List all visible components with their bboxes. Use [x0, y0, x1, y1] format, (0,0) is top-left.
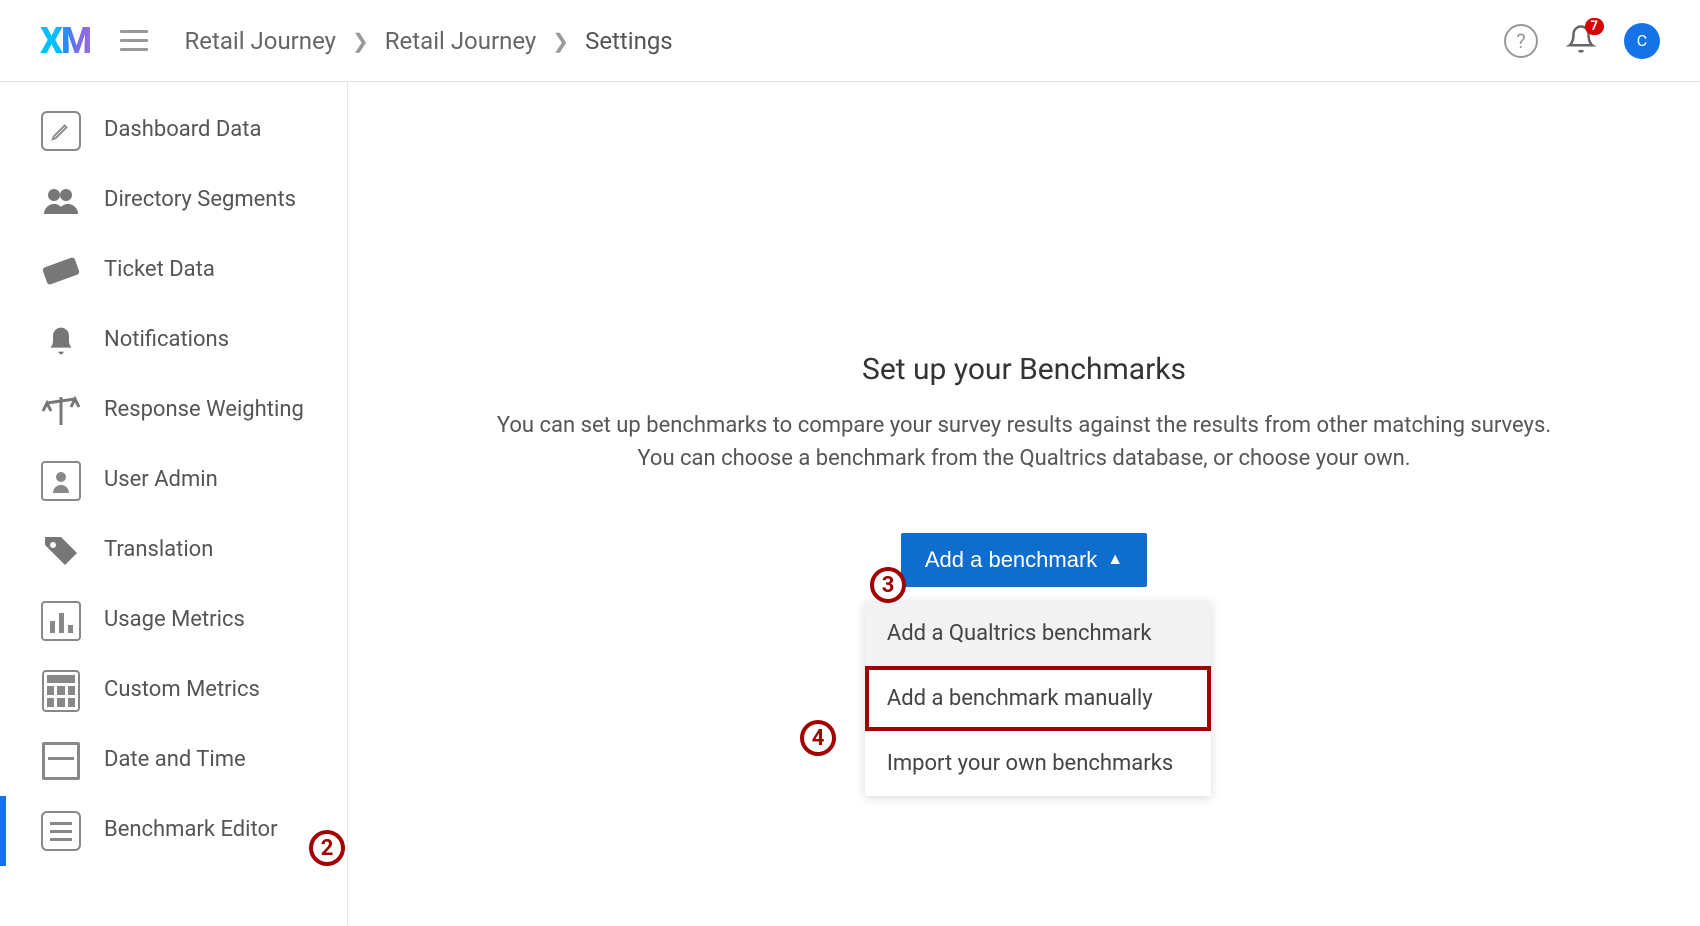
sidebar-item-custom-metrics[interactable]: Custom Metrics	[0, 656, 347, 726]
list-icon	[40, 810, 82, 852]
sidebar-item-label: Translation	[104, 530, 213, 565]
sidebar-item-label: Directory Segments	[104, 180, 296, 215]
annotation-marker-3: 3	[870, 567, 906, 603]
bar-chart-icon	[40, 600, 82, 642]
calculator-icon	[40, 670, 82, 712]
bell-icon	[1566, 39, 1596, 58]
dropdown-option-qualtrics-benchmark[interactable]: Add a Qualtrics benchmark	[865, 601, 1211, 666]
sidebar-item-label: Response Weighting	[104, 390, 304, 425]
breadcrumb: Retail Journey ❯ Retail Journey ❯ Settin…	[184, 27, 672, 55]
notifications-button[interactable]: 7	[1566, 24, 1596, 58]
sidebar-item-usage-metrics[interactable]: Usage Metrics	[0, 586, 347, 656]
page-heading: Set up your Benchmarks	[862, 352, 1186, 387]
sidebar-item-response-weighting[interactable]: Response Weighting	[0, 376, 347, 446]
chevron-right-icon: ❯	[552, 29, 569, 53]
chevron-right-icon: ❯	[352, 29, 369, 53]
sidebar-item-user-admin[interactable]: User Admin	[0, 446, 347, 516]
calendar-icon	[40, 740, 82, 782]
sidebar-item-label: Ticket Data	[104, 250, 215, 285]
scale-icon	[40, 390, 82, 432]
sidebar-item-notifications[interactable]: Notifications	[0, 306, 347, 376]
sidebar-item-label: Notifications	[104, 320, 229, 355]
breadcrumb-item[interactable]: Retail Journey	[385, 27, 537, 55]
tag-icon	[40, 530, 82, 572]
add-benchmark-dropdown: Add a Qualtrics benchmark Add a benchmar…	[865, 601, 1211, 796]
sidebar-item-label: User Admin	[104, 460, 218, 495]
help-icon[interactable]: ?	[1504, 24, 1538, 58]
settings-sidebar: Dashboard Data Directory Segments Ticket…	[0, 82, 348, 926]
annotation-marker-4: 4	[800, 720, 836, 756]
sidebar-item-date-time[interactable]: Date and Time	[0, 726, 347, 796]
bell-icon	[40, 320, 82, 362]
sidebar-item-label: Date and Time	[104, 740, 246, 775]
notification-count-badge: 7	[1585, 18, 1604, 36]
address-book-icon	[40, 460, 82, 502]
breadcrumb-item[interactable]: Retail Journey	[184, 27, 336, 55]
sidebar-item-label: Usage Metrics	[104, 600, 245, 635]
main-content: Set up your Benchmarks You can set up be…	[348, 82, 1700, 926]
sidebar-item-dashboard-data[interactable]: Dashboard Data	[0, 96, 347, 166]
add-benchmark-button[interactable]: Add a benchmark ▲	[901, 533, 1147, 587]
dropdown-option-manual-benchmark[interactable]: Add a benchmark manually	[865, 666, 1211, 731]
sidebar-item-benchmark-editor[interactable]: Benchmark Editor	[0, 796, 347, 866]
header: XM Retail Journey ❯ Retail Journey ❯ Set…	[0, 0, 1700, 82]
sidebar-item-label: Dashboard Data	[104, 110, 261, 145]
logo[interactable]: XM	[40, 20, 90, 62]
sidebar-item-label: Custom Metrics	[104, 670, 260, 705]
ticket-icon	[40, 250, 82, 292]
sidebar-item-label: Benchmark Editor	[104, 810, 278, 845]
pencil-icon	[40, 110, 82, 152]
breadcrumb-item[interactable]: Settings	[585, 27, 673, 55]
sidebar-item-directory-segments[interactable]: Directory Segments	[0, 166, 347, 236]
user-avatar[interactable]: C	[1624, 23, 1660, 59]
sidebar-item-translation[interactable]: Translation	[0, 516, 347, 586]
hamburger-menu-icon[interactable]	[120, 30, 148, 51]
annotation-marker-2: 2	[309, 830, 345, 866]
page-subtitle: You can set up benchmarks to compare you…	[494, 409, 1554, 475]
dropdown-option-import-benchmarks[interactable]: Import your own benchmarks	[865, 731, 1211, 796]
chevron-up-icon: ▲	[1107, 551, 1123, 569]
users-icon	[40, 180, 82, 222]
add-benchmark-button-label: Add a benchmark	[925, 547, 1097, 573]
sidebar-item-ticket-data[interactable]: Ticket Data	[0, 236, 347, 306]
